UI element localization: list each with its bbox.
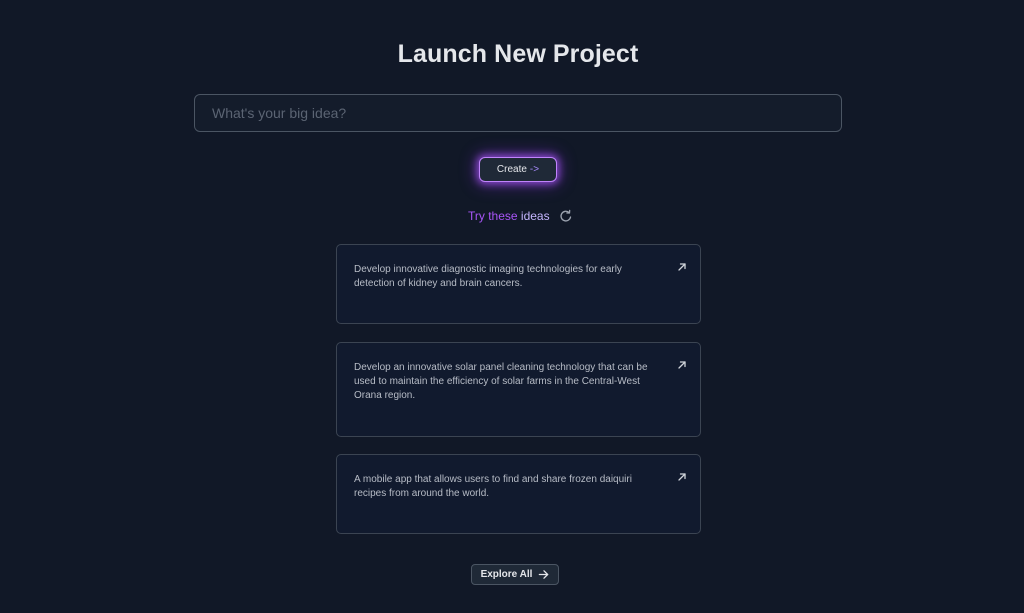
idea-input[interactable] [194, 94, 842, 132]
suggestions-header: Try these ideas [468, 208, 573, 224]
refresh-icon[interactable] [559, 209, 573, 223]
arrow-right-icon [538, 569, 549, 580]
idea-card[interactable]: A mobile app that allows users to find a… [336, 454, 701, 534]
create-arrow-icon: -> [529, 164, 540, 175]
explore-all-button[interactable]: Explore All [471, 564, 559, 585]
create-button-label: Create [496, 164, 527, 175]
idea-card-text: Develop innovative diagnostic imaging te… [354, 264, 622, 289]
arrow-up-right-icon [677, 357, 687, 369]
launch-project-page: Launch New Project Create -> Try these i… [0, 0, 1024, 613]
page-title: Launch New Project [397, 40, 639, 68]
idea-card-text: Develop an innovative solar panel cleani… [354, 362, 648, 401]
suggestions-label: Try these ideas [468, 209, 550, 223]
arrow-up-right-icon [677, 469, 687, 481]
create-button[interactable]: Create -> [479, 157, 557, 182]
arrow-up-right-icon [677, 259, 687, 271]
idea-card-text: A mobile app that allows users to find a… [354, 474, 632, 499]
idea-card[interactable]: Develop an innovative solar panel cleani… [336, 342, 701, 437]
idea-card[interactable]: Develop innovative diagnostic imaging te… [336, 244, 701, 324]
explore-all-label: Explore All [480, 569, 533, 580]
